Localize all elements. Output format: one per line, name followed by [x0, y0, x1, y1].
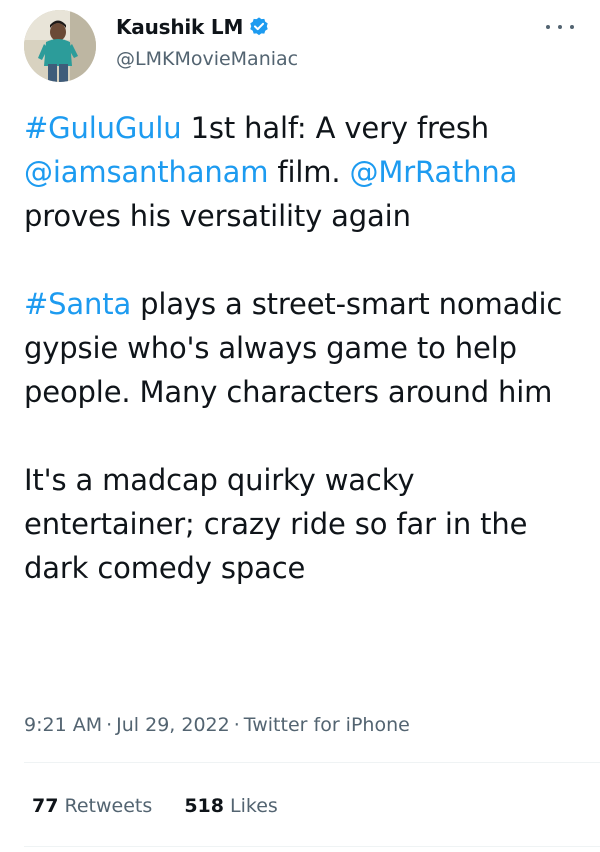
retweets-label: Retweets	[64, 795, 153, 817]
meta-separator: ·	[233, 714, 240, 736]
retweets-stat[interactable]: 77 Retweets	[32, 795, 158, 817]
tweet-text: #GuluGulu 1st half: A very fresh @iamsan…	[24, 106, 584, 590]
more-horizontal-icon[interactable]	[546, 20, 574, 34]
retweets-count: 77	[32, 795, 59, 817]
hashtag-link[interactable]: #GuluGulu	[24, 111, 182, 145]
divider	[24, 762, 600, 763]
hashtag-link[interactable]: #Santa	[24, 287, 131, 321]
tweet-time[interactable]: 9:21 AM	[24, 714, 102, 736]
tweet-meta: 9:21 AM · Jul 29, 2022 · Twitter for iPhone	[24, 714, 410, 736]
tweet-text-segment: 1st half: A very fresh	[181, 111, 490, 145]
tweet-paragraph: #Santa plays a street-smart nomadic gyps…	[24, 282, 584, 414]
more-dot	[558, 25, 562, 29]
tweet-text-segment: film.	[268, 155, 350, 189]
tweet-paragraph: #GuluGulu 1st half: A very fresh @iamsan…	[24, 106, 584, 238]
likes-count: 518	[184, 795, 224, 817]
tweet-source[interactable]: Twitter for iPhone	[244, 714, 410, 736]
tweet-text-segment: It's a madcap quirky wacky entertainer; …	[24, 463, 528, 585]
likes-stat[interactable]: 518 Likes	[184, 795, 278, 817]
display-name[interactable]: Kaushik LM	[116, 15, 243, 39]
meta-separator: ·	[106, 714, 113, 736]
avatar-photo	[24, 10, 96, 82]
divider	[24, 846, 600, 847]
display-name-row[interactable]: Kaushik LM	[116, 14, 298, 40]
tweet-stats: 77 Retweets 518 Likes	[32, 795, 278, 817]
tweet-paragraph: It's a madcap quirky wacky entertainer; …	[24, 458, 584, 590]
tweet-card: Kaushik LM @LMKMovieManiac #GuluGulu 1st…	[0, 0, 600, 852]
more-dot	[570, 25, 574, 29]
user-handle[interactable]: @LMKMovieManiac	[116, 48, 298, 70]
author-info: Kaushik LM @LMKMovieManiac	[116, 14, 298, 70]
mention-link[interactable]: @MrRathna	[350, 155, 518, 189]
tweet-text-segment: proves his versatility again	[24, 199, 411, 233]
more-dot	[546, 25, 550, 29]
likes-label: Likes	[230, 795, 278, 817]
avatar[interactable]	[24, 10, 96, 82]
verified-badge-icon	[248, 16, 270, 38]
tweet-date[interactable]: Jul 29, 2022	[116, 714, 230, 736]
mention-link[interactable]: @iamsanthanam	[24, 155, 268, 189]
